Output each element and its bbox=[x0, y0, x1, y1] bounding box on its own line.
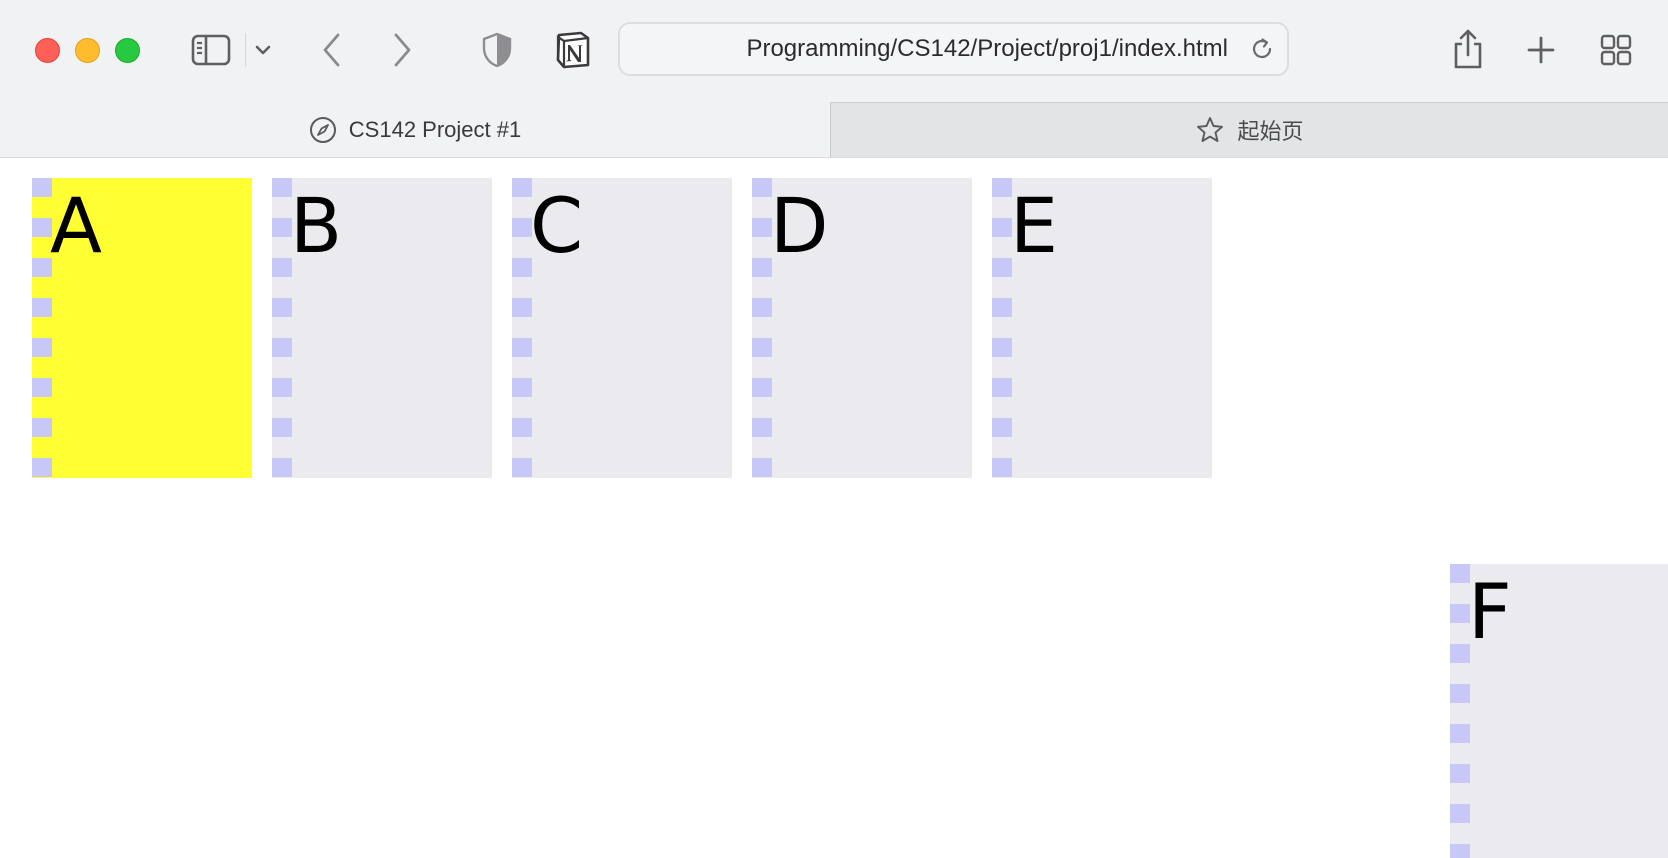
plus-icon[interactable] bbox=[1522, 30, 1560, 70]
compass-icon bbox=[309, 116, 337, 144]
box-f[interactable]: F bbox=[1450, 564, 1668, 858]
minimize-window-button[interactable] bbox=[75, 38, 100, 63]
grid-icon[interactable] bbox=[1597, 30, 1635, 70]
zoom-window-button[interactable] bbox=[115, 38, 140, 63]
chevron-down-icon[interactable] bbox=[252, 36, 274, 64]
address-bar[interactable]: Programming/CS142/Project/proj1/index.ht… bbox=[618, 22, 1289, 76]
chevron-right-icon bbox=[394, 33, 411, 67]
sidebar-icon[interactable] bbox=[190, 30, 232, 70]
box-stripe bbox=[32, 178, 52, 478]
close-window-button[interactable] bbox=[35, 38, 60, 63]
box-e[interactable]: E bbox=[992, 178, 1212, 478]
toolbar-divider bbox=[245, 33, 246, 67]
box-label: A bbox=[50, 181, 102, 270]
tab-cs142-project[interactable]: CS142 Project #1 bbox=[0, 102, 830, 157]
toolbar: Programming/CS142/Project/proj1/index.ht… bbox=[0, 0, 1668, 102]
box-d[interactable]: D bbox=[752, 178, 972, 478]
tab-bar: CS142 Project #1 起始页 bbox=[0, 102, 1668, 158]
box-b[interactable]: B bbox=[272, 178, 492, 478]
box-c[interactable]: C bbox=[512, 178, 732, 478]
box-label: C bbox=[530, 181, 584, 270]
url-fade bbox=[648, 28, 694, 70]
box-label: D bbox=[770, 181, 829, 270]
shield-icon[interactable] bbox=[480, 30, 514, 70]
chevron-left-icon bbox=[323, 33, 340, 67]
back-button[interactable] bbox=[316, 30, 348, 70]
url-text[interactable]: Programming/CS142/Project/proj1/index.ht… bbox=[648, 24, 1228, 74]
forward-button[interactable] bbox=[386, 30, 418, 70]
box-stripe bbox=[992, 178, 1012, 478]
box-label: E bbox=[1010, 181, 1059, 270]
notion-icon[interactable] bbox=[552, 28, 594, 72]
share-icon[interactable] bbox=[1448, 26, 1488, 72]
tab-start-page[interactable]: 起始页 bbox=[830, 102, 1668, 157]
box-label: F bbox=[1468, 567, 1512, 656]
box-stripe bbox=[272, 178, 292, 478]
box-label: B bbox=[290, 181, 343, 270]
box-a[interactable]: A bbox=[32, 178, 252, 478]
reload-icon[interactable] bbox=[1247, 34, 1277, 64]
tab-label: 起始页 bbox=[1237, 119, 1304, 144]
star-icon bbox=[1195, 115, 1225, 145]
box-stripe bbox=[512, 178, 532, 478]
tab-label: CS142 Project #1 bbox=[348, 116, 522, 142]
browser-window: Programming/CS142/Project/proj1/index.ht… bbox=[0, 0, 1668, 858]
box-stripe bbox=[1450, 564, 1470, 858]
box-stripe bbox=[752, 178, 772, 478]
page-content: A B C D E F bbox=[0, 158, 1668, 858]
